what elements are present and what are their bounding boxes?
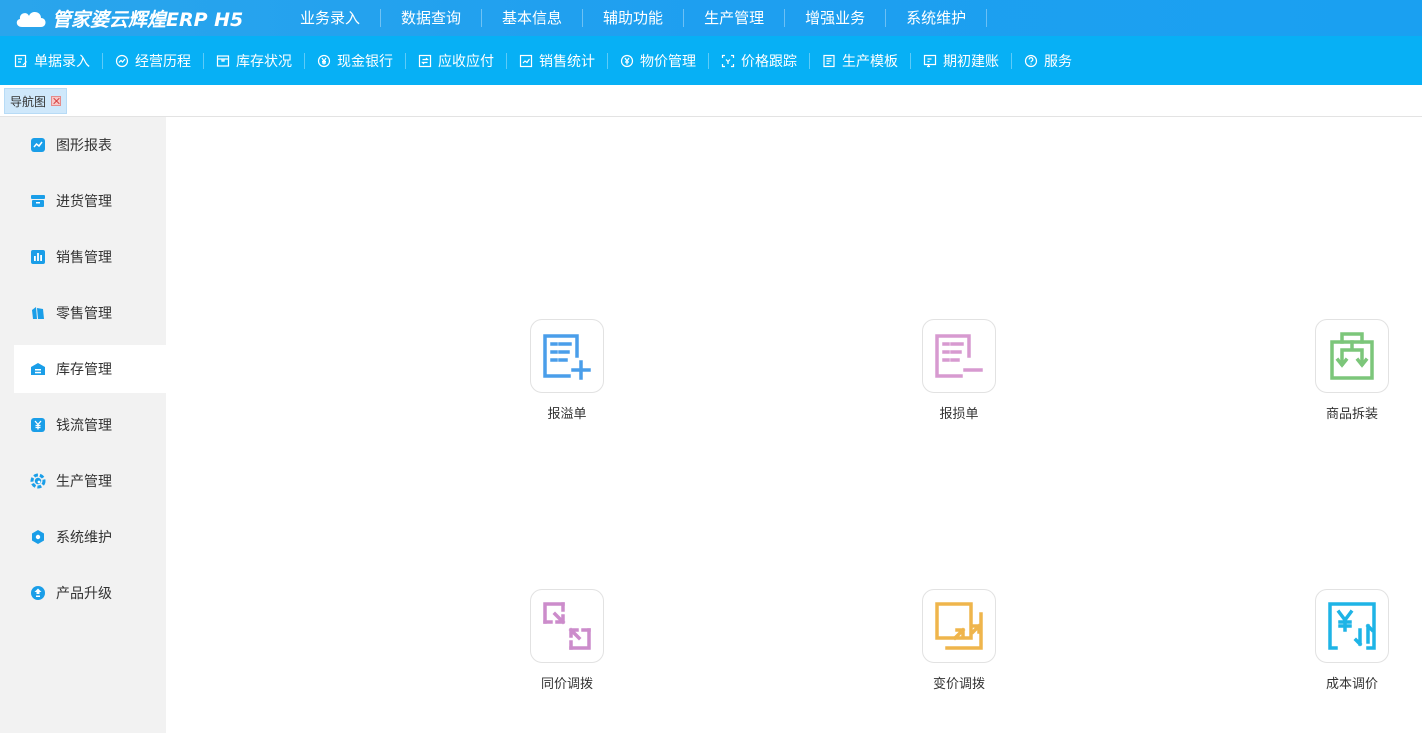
toolbar-item-3[interactable]: 现金银行 bbox=[317, 52, 406, 70]
shopping-bag-icon bbox=[30, 305, 46, 321]
toolbar-item-2[interactable]: 库存状况 bbox=[216, 52, 305, 70]
topnav-item-2[interactable]: 基本信息 bbox=[482, 9, 584, 27]
same-price-transfer-icon[interactable] bbox=[530, 589, 604, 663]
toolbar-item-label: 单据录入 bbox=[34, 53, 90, 70]
tab-label: 导航图 bbox=[10, 94, 47, 109]
toolbar-item-1[interactable]: 经营历程 bbox=[115, 52, 204, 70]
toolbar-item-5[interactable]: 销售统计 bbox=[519, 52, 608, 70]
quick-toolbar: 单据录入 经营历程 库存状况 现金银行 应收应付 销售统计 物价管理 价格跟踪 生产模板 期初建账… bbox=[0, 36, 1422, 85]
tab-bar: 导航图 bbox=[0, 85, 1422, 117]
sidebar-item-label: 钱流管理 bbox=[56, 418, 112, 434]
toolbar-item-7[interactable]: 价格跟踪 bbox=[721, 52, 810, 70]
toolbar-item-8[interactable]: 生产模板 bbox=[822, 52, 911, 70]
line-chart-icon bbox=[30, 137, 46, 153]
app-logo: 管家婆云辉煌ERP H5 bbox=[0, 0, 280, 36]
split-assemble-icon[interactable] bbox=[1315, 319, 1389, 393]
sidebar: 图形报表进货管理销售管理零售管理库存管理钱流管理生产管理系统维护产品升级 bbox=[0, 117, 166, 733]
bar-chart-icon bbox=[30, 249, 46, 265]
tile-split-assemble[interactable]: 商品拆装 bbox=[1302, 319, 1402, 422]
tile-label: 变价调拨 bbox=[932, 677, 985, 692]
cloud-logo-icon bbox=[14, 7, 48, 29]
close-icon[interactable] bbox=[51, 96, 62, 106]
toolbar-item-label: 物价管理 bbox=[640, 53, 696, 70]
tile-label: 商品拆装 bbox=[1325, 407, 1378, 422]
sidebar-item-8[interactable]: 产品升级 bbox=[14, 569, 166, 617]
topnav-item-4[interactable]: 生产管理 bbox=[684, 9, 786, 27]
doc-minus-icon[interactable] bbox=[922, 319, 996, 393]
receivable-icon bbox=[418, 54, 438, 68]
tile-doc-minus[interactable]: 报损单 bbox=[909, 319, 1009, 422]
purchase-box-icon bbox=[30, 193, 46, 209]
help-circle-icon bbox=[1024, 54, 1044, 68]
sidebar-item-5[interactable]: 钱流管理 bbox=[14, 401, 166, 449]
topnav-item-3[interactable]: 辅助功能 bbox=[583, 9, 685, 27]
sidebar-item-label: 系统维护 bbox=[56, 530, 112, 546]
sidebar-item-label: 图形报表 bbox=[56, 138, 112, 154]
topnav-item-1[interactable]: 数据查询 bbox=[381, 9, 483, 27]
tile-doc-plus[interactable]: 报溢单 bbox=[517, 319, 617, 422]
tile-label: 同价调拨 bbox=[540, 677, 593, 692]
toolbar-item-label: 经营历程 bbox=[135, 53, 191, 70]
sidebar-item-2[interactable]: 销售管理 bbox=[14, 233, 166, 281]
sidebar-item-label: 进货管理 bbox=[56, 194, 112, 210]
toolbar-item-10[interactable]: 服务 bbox=[1024, 53, 1084, 70]
tile-change-price-transfer[interactable]: 变价调拨 bbox=[909, 589, 1009, 692]
inventory-box-icon bbox=[216, 54, 236, 68]
topnav-item-6[interactable]: 系统维护 bbox=[886, 9, 988, 27]
price-coin-icon bbox=[620, 54, 640, 68]
tab-navigation-map[interactable]: 导航图 bbox=[4, 88, 68, 114]
money-flow-icon bbox=[30, 417, 46, 433]
cost-adjust-icon[interactable] bbox=[1315, 589, 1389, 663]
yuan-coin-icon bbox=[317, 54, 337, 68]
toolbar-item-9[interactable]: 期初建账 bbox=[923, 52, 1012, 70]
ledger-icon bbox=[923, 54, 943, 68]
toolbar-item-label: 应收应付 bbox=[438, 53, 494, 70]
tile-same-price-transfer[interactable]: 同价调拨 bbox=[517, 589, 617, 692]
toolbar-item-0[interactable]: 单据录入 bbox=[14, 52, 103, 70]
sidebar-item-label: 产品升级 bbox=[56, 586, 112, 602]
edit-doc-icon bbox=[14, 54, 34, 68]
tile-label: 报溢单 bbox=[547, 407, 587, 422]
sidebar-item-3[interactable]: 零售管理 bbox=[14, 289, 166, 337]
toolbar-item-6[interactable]: 物价管理 bbox=[620, 52, 709, 70]
toolbar-item-4[interactable]: 应收应付 bbox=[418, 52, 507, 70]
doc-plus-icon[interactable] bbox=[530, 319, 604, 393]
chart-circle-icon bbox=[115, 54, 135, 68]
change-price-transfer-icon[interactable] bbox=[922, 589, 996, 663]
topnav-item-0[interactable]: 业务录入 bbox=[280, 9, 382, 27]
toolbar-item-label: 期初建账 bbox=[943, 53, 999, 70]
sidebar-item-label: 零售管理 bbox=[56, 306, 112, 322]
topnav-item-5[interactable]: 增强业务 bbox=[785, 9, 887, 27]
gear-icon bbox=[30, 473, 46, 489]
tile-label: 成本调价 bbox=[1325, 677, 1378, 692]
tile-cost-adjust[interactable]: 成本调价 bbox=[1302, 589, 1402, 692]
sidebar-item-1[interactable]: 进货管理 bbox=[14, 177, 166, 225]
logo-text: 管家婆云辉煌ERP H5 bbox=[52, 8, 244, 31]
toolbar-item-label: 生产模板 bbox=[842, 53, 898, 70]
sidebar-item-7[interactable]: 系统维护 bbox=[14, 513, 166, 561]
tile-label: 报损单 bbox=[939, 407, 979, 422]
sidebar-item-0[interactable]: 图形报表 bbox=[14, 121, 166, 169]
toolbar-item-label: 价格跟踪 bbox=[741, 53, 797, 70]
sales-stats-icon bbox=[519, 54, 539, 68]
top-bar: 管家婆云辉煌ERP H5 业务录入 数据查询 基本信息 辅助功能 生产管理 增强业务 系统维… bbox=[0, 0, 1422, 36]
sidebar-item-label: 库存管理 bbox=[56, 362, 112, 378]
price-track-icon bbox=[721, 54, 741, 68]
hexagon-icon bbox=[30, 529, 46, 545]
sidebar-item-4[interactable]: 库存管理 bbox=[14, 345, 166, 393]
toolbar-item-label: 服务 bbox=[1044, 53, 1072, 70]
template-doc-icon bbox=[822, 54, 842, 68]
sidebar-item-label: 生产管理 bbox=[56, 474, 112, 490]
sidebar-item-6[interactable]: 生产管理 bbox=[14, 457, 166, 505]
sidebar-item-label: 销售管理 bbox=[56, 250, 112, 266]
toolbar-item-label: 现金银行 bbox=[337, 53, 393, 70]
warehouse-icon bbox=[30, 361, 46, 377]
top-nav: 业务录入 数据查询 基本信息 辅助功能 生产管理 增强业务 系统维护 bbox=[280, 0, 988, 36]
toolbar-item-label: 库存状况 bbox=[236, 53, 292, 70]
toolbar-item-label: 销售统计 bbox=[539, 53, 595, 70]
main-panel: 报溢单 报损单 商品拆装同价调拨 变价调拨 成本调价 bbox=[166, 117, 1422, 733]
upgrade-icon bbox=[30, 585, 46, 601]
